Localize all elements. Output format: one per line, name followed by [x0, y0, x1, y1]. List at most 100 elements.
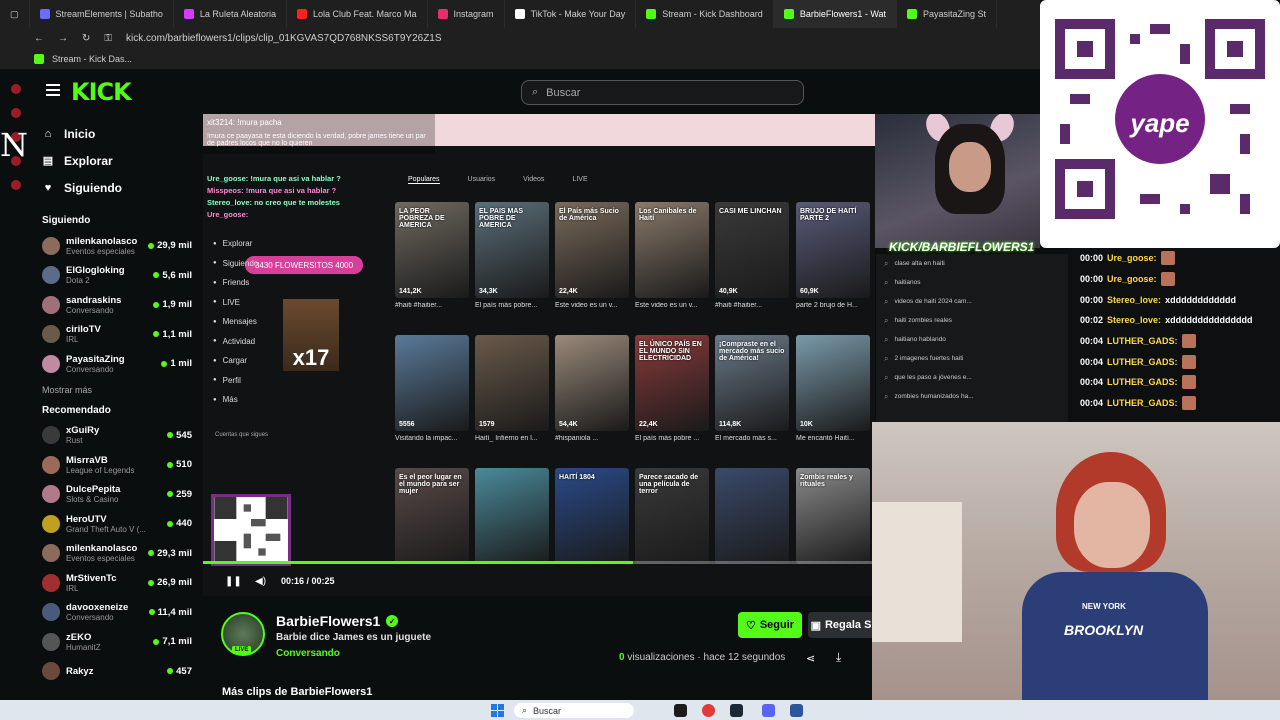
opera-icon[interactable] — [702, 704, 715, 717]
obs-icon[interactable] — [674, 704, 687, 717]
emote-icon — [1181, 375, 1196, 390]
window-menu-icon[interactable]: ▢ — [0, 0, 30, 28]
channel-row[interactable]: davooxeneize Conversando 11,4 mil — [32, 598, 200, 628]
browser-tab[interactable]: TikTok - Make Your Day — [505, 0, 637, 28]
channel-row[interactable]: sandraskins Conversando 1,9 mil — [32, 290, 200, 320]
taskbar-search[interactable]: ⌕ Buscar — [514, 703, 634, 718]
volume-icon[interactable]: ◀) — [255, 576, 266, 587]
gift-sub-button[interactable]: ▣ Regala S — [808, 612, 874, 638]
tiktok-thumbnail[interactable]: Los Caníbales de Haití — [635, 202, 709, 298]
reload-icon[interactable]: ↻ — [82, 33, 90, 44]
nav-item-inicio[interactable]: ⌂ Inicio — [32, 120, 200, 147]
back-icon[interactable]: ← — [34, 33, 44, 44]
channel-row[interactable]: MisrraVB League of Legends 510 — [32, 450, 200, 480]
browser-tab[interactable]: Lola Club Feat. Marco Ma — [287, 0, 428, 28]
menu-icon[interactable] — [46, 84, 60, 96]
nav-item-siguiendo[interactable]: ♥ Siguiendo — [32, 174, 200, 201]
tab-favicon-icon — [183, 9, 194, 19]
channel-row[interactable]: Rakyz 457 — [32, 657, 200, 687]
app-icon[interactable] — [11, 84, 21, 94]
video-progress-bar[interactable] — [203, 561, 875, 564]
tiktok-thumbnail[interactable]: EL ÚNICO PAÍS EN EL MUNDO SIN ELECTRICID… — [635, 335, 709, 431]
tiktok-thumbnail[interactable]: CASI ME LINCHAN 40,9K — [715, 202, 789, 298]
thumbnail-caption: El país más pobre ... — [635, 435, 700, 442]
small-qr-code — [211, 494, 291, 566]
discord-icon[interactable] — [762, 704, 775, 717]
download-icon[interactable]: ⤓ — [836, 650, 841, 665]
search-input[interactable]: ⌕ Buscar — [521, 80, 804, 105]
clip-video-player[interactable]: xit3214: !mura pacha !mura ce paayasa te… — [203, 114, 875, 596]
channel-name-text[interactable]: BarbieFlowers1 — [276, 613, 380, 629]
channel-row[interactable]: ElGlogloking Dota 2 5,6 mil — [32, 261, 200, 291]
forward-icon[interactable]: → — [58, 33, 68, 44]
tiktok-results-grid: LA PEOR POBREZA DE AMERICA 141,2K #haiti #… — [203, 114, 875, 596]
show-more-link[interactable]: Mostrar más — [32, 379, 200, 401]
nav-item-explorar[interactable]: ▤ Explorar — [32, 147, 200, 174]
kick-logo[interactable]: KICK — [71, 78, 132, 106]
tiktok-thumbnail[interactable]: EL PAIS MAS POBRE DE AMERICA 34,3K — [475, 202, 549, 298]
chat-message: 00:02 Stereo_love: xddddddddddddddd — [1068, 310, 1280, 331]
emote-icon — [1160, 272, 1175, 287]
tab-label: PayasitaZing St — [923, 9, 987, 19]
tiktok-thumbnail[interactable]: BRUJO DE HAITÍ PARTE 2 60,9K — [796, 202, 870, 298]
browser-tab[interactable]: BarbieFlowers1 - Wat — [773, 0, 898, 28]
steam-icon[interactable] — [730, 704, 743, 717]
windows-start-icon[interactable] — [491, 704, 504, 717]
tab-favicon-icon — [296, 9, 307, 19]
overlay-channel-name: KICK/BARBIEFLOWERS1 — [889, 240, 1035, 254]
channel-category: Grand Theft Auto V (... — [66, 524, 146, 534]
channel-row[interactable]: milenkanolasco Eventos especiales 29,3 mil — [32, 539, 200, 569]
url-text[interactable]: kick.com/barbieflowers1/clips/clip_01KGV… — [126, 33, 442, 44]
channel-info: milenkanolasco Eventos especiales — [66, 543, 142, 563]
browser-tab[interactable]: La Ruleta Aleatoria — [174, 0, 287, 28]
search-icon: ⌕ — [522, 705, 528, 715]
browser-tab[interactable]: Stream - Kick Dashboard — [636, 0, 774, 28]
channel-row[interactable]: ciriloTV IRL 1,1 mil — [32, 320, 200, 350]
browser-tab[interactable]: StreamElements | Subatho — [30, 0, 174, 28]
share-icon[interactable]: ⋖ — [806, 652, 815, 665]
thumbnail-likes: 40,9K — [719, 288, 738, 295]
search-suggestion: zombies humanizados ha... — [876, 387, 1068, 406]
sidebar: ⌂ Inicio ▤ Explorar ♥ Siguiendo Siguiendo mil… — [32, 114, 200, 694]
browser-tab[interactable]: PayasitaZing St — [897, 0, 998, 28]
site-info-icon[interactable]: ⚿ — [104, 33, 112, 44]
app-icon[interactable] — [11, 108, 21, 118]
tiktok-thumbnail[interactable]: 5556 — [395, 335, 469, 431]
app-icon[interactable] — [11, 180, 21, 190]
channel-row[interactable]: milenkanolasco Eventos especiales 29,9 mil — [32, 231, 200, 261]
tiktok-thumbnail[interactable]: Zombis reales y rituales — [796, 468, 870, 564]
tiktok-thumbnail[interactable]: 10K — [796, 335, 870, 431]
tiktok-thumbnail[interactable]: Es el peor lugar en el mundo para ser mu… — [395, 468, 469, 564]
tiktok-thumbnail[interactable]: 54,4K — [555, 335, 629, 431]
tiktok-thumbnail[interactable] — [715, 468, 789, 564]
channel-row[interactable]: MrStivenTc IRL 26,9 mil — [32, 568, 200, 598]
webcam-main: NEW YORK BROOKLYN — [872, 422, 1280, 714]
word-icon[interactable] — [790, 704, 803, 717]
tiktok-thumbnail[interactable]: 1579 — [475, 335, 549, 431]
chat-time: 00:04 — [1080, 398, 1104, 409]
qr-pattern-icon — [214, 497, 288, 563]
bookmark-kick-dashboard[interactable]: Stream - Kick Das... — [52, 54, 132, 64]
thumbnail-caption: #haiti #haitier... — [715, 302, 763, 309]
tiktok-thumbnail[interactable]: HAITÍ 1804 — [555, 468, 629, 564]
tiktok-thumbnail[interactable]: Parece sacado de una película de terror — [635, 468, 709, 564]
channel-row[interactable]: zEKO HumanitZ 7,1 mil — [32, 627, 200, 657]
tiktok-thumbnail[interactable]: ¡Compraste en el mercado más sucio de Am… — [715, 335, 789, 431]
tiktok-thumbnail[interactable]: El País más Sucio de América 22,4K — [555, 202, 629, 298]
channel-row[interactable]: xGuiRy Rust 545 — [32, 421, 200, 451]
address-bar[interactable]: ← → ↻ ⚿ kick.com/barbieflowers1/clips/cl… — [0, 28, 1040, 48]
heart-icon: ♡ — [745, 619, 756, 632]
channel-row[interactable]: HeroUTV Grand Theft Auto V (... 440 — [32, 509, 200, 539]
clip-category[interactable]: Conversando — [276, 648, 340, 659]
windows-taskbar — [0, 700, 1280, 720]
channel-row[interactable]: DulcePepita Slots & Casino 259 — [32, 480, 200, 510]
tiktok-thumbnail[interactable] — [475, 468, 549, 564]
tiktok-thumbnail[interactable]: LA PEOR POBREZA DE AMERICA 141,2K — [395, 202, 469, 298]
channel-row[interactable]: PayasitaZing Conversando 1 mil — [32, 349, 200, 379]
channel-info: HeroUTV Grand Theft Auto V (... — [66, 514, 161, 534]
channel-name[interactable]: BarbieFlowers1 ✓ — [276, 613, 399, 629]
chat-text: xddddddddddddddd — [1165, 315, 1253, 326]
play-icon[interactable]: ❚❚ — [225, 576, 242, 587]
browser-tab[interactable]: Instagram — [428, 0, 505, 28]
follow-button[interactable]: ♡ Seguir — [738, 612, 802, 638]
